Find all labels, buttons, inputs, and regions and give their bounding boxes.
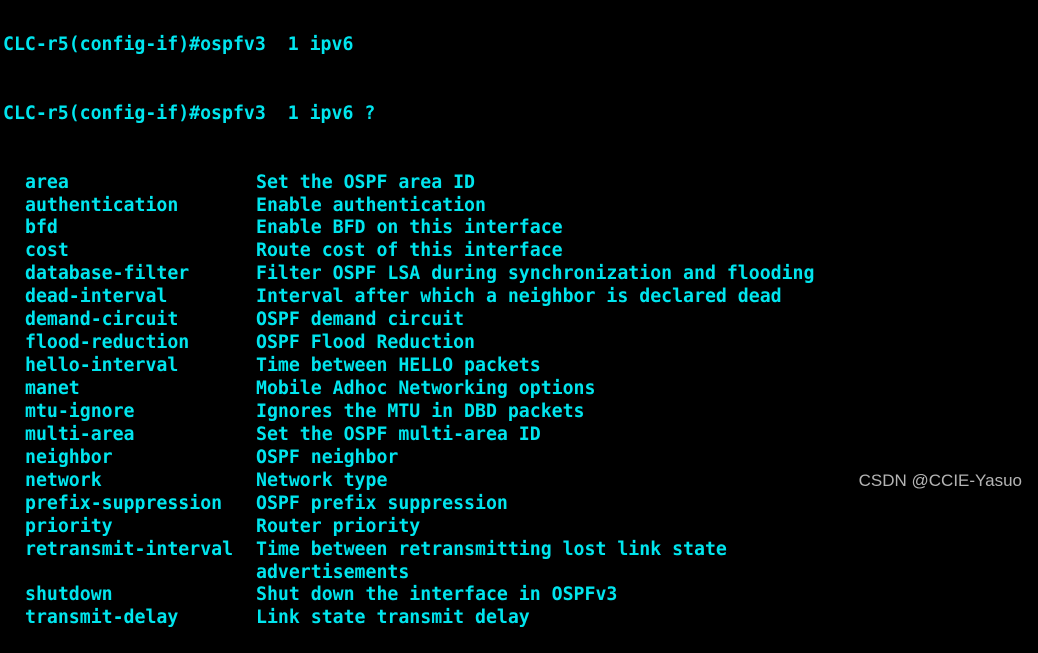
- help-option-row: cost Route cost of this interface: [3, 240, 814, 263]
- help-option-row: network Network type: [3, 470, 814, 493]
- option-description: Ignores the MTU in DBD packets: [256, 400, 585, 422]
- option-description: OSPF demand circuit: [256, 309, 465, 331]
- option-description: OSPF prefix suppression: [256, 492, 508, 514]
- option-description: Mobile Adhoc Networking options: [256, 378, 596, 400]
- option-keyword: manet: [25, 378, 80, 400]
- option-keyword: area: [25, 171, 69, 193]
- option-keyword: database-filter: [25, 263, 190, 285]
- option-keyword: retransmit-interval: [25, 538, 234, 560]
- option-keyword: priority: [25, 515, 113, 537]
- help-option-row: transmit-delay Link state transmit delay: [3, 607, 814, 630]
- help-option-row: advertisements: [3, 562, 814, 585]
- option-description: Time between retransmitting lost link st…: [256, 538, 727, 560]
- option-keyword: flood-reduction: [25, 332, 190, 354]
- help-option-row: demand-circuit OSPF demand circuit: [3, 309, 814, 332]
- option-keyword: transmit-delay: [25, 607, 179, 629]
- option-keyword: multi-area: [25, 423, 135, 445]
- help-option-row: hello-interval Time between HELLO packets: [3, 355, 814, 378]
- option-description: advertisements: [256, 561, 410, 583]
- option-keyword: neighbor: [25, 446, 113, 468]
- option-description: Time between HELLO packets: [256, 355, 541, 377]
- option-keyword: mtu-ignore: [25, 400, 135, 422]
- option-description: Link state transmit delay: [256, 607, 530, 629]
- option-keyword: hello-interval: [25, 355, 179, 377]
- option-description: OSPF neighbor: [256, 446, 399, 468]
- help-option-row: neighbor OSPF neighbor: [3, 447, 814, 470]
- option-keyword: network: [25, 469, 102, 491]
- help-option-row: mtu-ignore Ignores the MTU in DBD packets: [3, 401, 814, 424]
- help-option-row: area Set the OSPF area ID: [3, 172, 814, 195]
- help-option-row: prefix-suppression OSPF prefix suppressio…: [3, 493, 814, 516]
- help-option-row: retransmit-interval Time between retransm…: [3, 539, 814, 562]
- option-description: Router priority: [256, 515, 421, 537]
- clipped-previous-line: CLC-r5(config-if)#ospfv3 1 ipv6: [3, 33, 354, 55]
- help-option-row: manet Mobile Adhoc Networking options: [3, 378, 814, 401]
- option-description: Filter OSPF LSA during synchronization a…: [256, 263, 815, 285]
- help-option-row: dead-interval Interval after which a neig…: [3, 286, 814, 309]
- help-option-row: database-filter Filter OSPF LSA during sy…: [3, 263, 814, 286]
- option-keyword: prefix-suppression: [25, 492, 223, 514]
- option-description: OSPF Flood Reduction: [256, 332, 475, 354]
- option-keyword: demand-circuit: [25, 309, 179, 331]
- option-description: Interval after which a neighbor is decla…: [256, 286, 782, 308]
- help-option-row: priority Router priority: [3, 516, 814, 539]
- help-option-row: shutdown Shut down the interface in OSPFv…: [3, 584, 814, 607]
- option-description: Route cost of this interface: [256, 240, 563, 262]
- option-keyword: cost: [25, 240, 69, 262]
- option-description: Network type: [256, 469, 388, 491]
- help-option-row: flood-reduction OSPF Flood Reduction: [3, 332, 814, 355]
- help-option-row: multi-area Set the OSPF multi-area ID: [3, 424, 814, 447]
- option-description: Enable BFD on this interface: [256, 217, 563, 239]
- option-description: Set the OSPF area ID: [256, 171, 475, 193]
- option-keyword: shutdown: [25, 584, 113, 606]
- help-option-row: bfd Enable BFD on this interface: [3, 217, 814, 240]
- option-keyword: bfd: [25, 217, 58, 239]
- help-option-row: authentication Enable authentication: [3, 195, 814, 218]
- command-prompt-line: CLC-r5(config-if)#ospfv3 1 ipv6 ?: [3, 102, 376, 124]
- watermark: CSDN @CCIE-Yasuo: [858, 471, 1022, 490]
- option-description: Set the OSPF multi-area ID: [256, 423, 541, 445]
- option-keyword: dead-interval: [25, 286, 168, 308]
- option-description: Enable authentication: [256, 194, 486, 216]
- option-keyword: authentication: [25, 194, 179, 216]
- option-description: Shut down the interface in OSPFv3: [256, 584, 618, 606]
- terminal-output[interactable]: CLC-r5(config-if)#ospfv3 1 ipv6 CLC-r5(c…: [3, 0, 814, 653]
